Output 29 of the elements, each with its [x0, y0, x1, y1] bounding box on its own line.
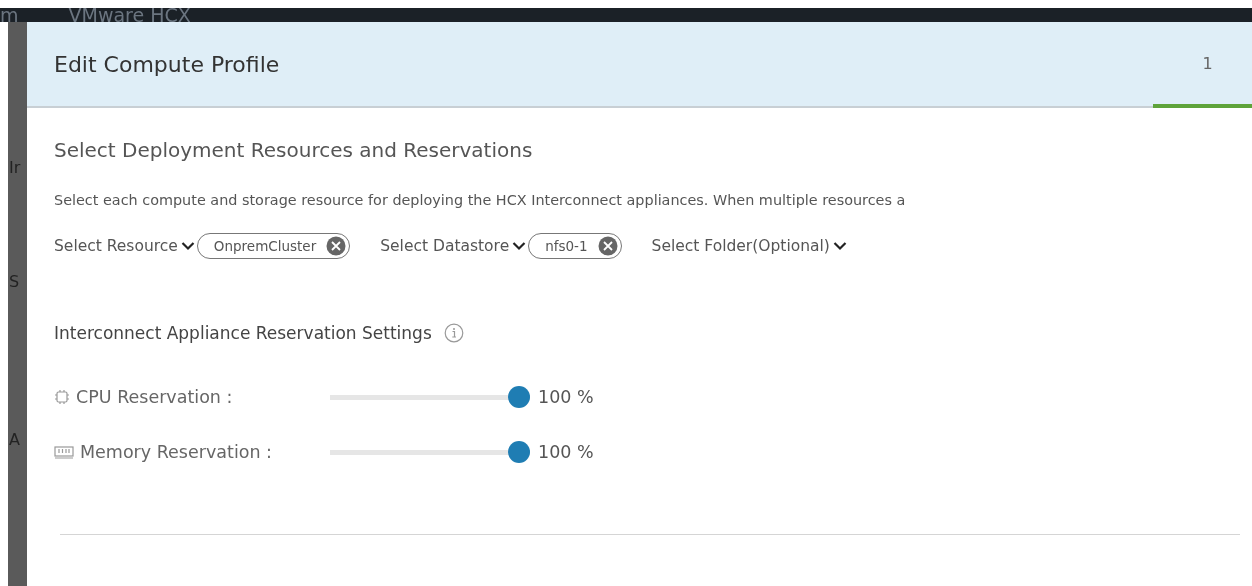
slider-value: 100 %: [538, 387, 594, 407]
remove-icon[interactable]: [597, 236, 618, 256]
chip-label: nfs0-1: [545, 238, 588, 254]
select-dropdown[interactable]: Select Folder(Optional): [651, 237, 847, 255]
description: Select each compute and storage resource for deploying the HCX Interconnect appliances. When multiple resources a: [54, 192, 907, 208]
chip-icon: [54, 389, 70, 405]
slider-thumb[interactable]: [508, 441, 530, 463]
section-heading: Select Deployment Resources and Reservations: [54, 138, 534, 162]
step-tab[interactable]: 1: [1153, 22, 1252, 108]
side-text: S: [9, 272, 20, 291]
chevron-down-icon: [180, 241, 195, 251]
side-text: Ir: [9, 158, 21, 177]
app-title: VMware HCX: [68, 8, 191, 22]
chevron-down-icon: [832, 241, 847, 251]
chip-label: OnpremCluster: [213, 238, 317, 254]
info-icon[interactable]: [443, 323, 464, 343]
reservation-label: Memory Reservation :: [80, 442, 272, 462]
reservation-heading: Interconnect Appliance Reservation Settings: [54, 323, 432, 343]
dialog-title: Edit Compute Profile: [54, 51, 280, 77]
memory-icon: [54, 445, 74, 459]
select-dropdown[interactable]: Select Resource: [54, 237, 195, 255]
slider-thumb[interactable]: [508, 386, 530, 408]
slider-value: 100 %: [538, 442, 594, 462]
reservation-label: CPU Reservation :: [76, 387, 233, 407]
header-text: m: [0, 8, 19, 22]
select-dropdown[interactable]: Select Datastore: [380, 237, 527, 255]
remove-icon[interactable]: [326, 236, 347, 256]
side-text: A: [9, 430, 20, 449]
chevron-down-icon: [512, 241, 527, 251]
